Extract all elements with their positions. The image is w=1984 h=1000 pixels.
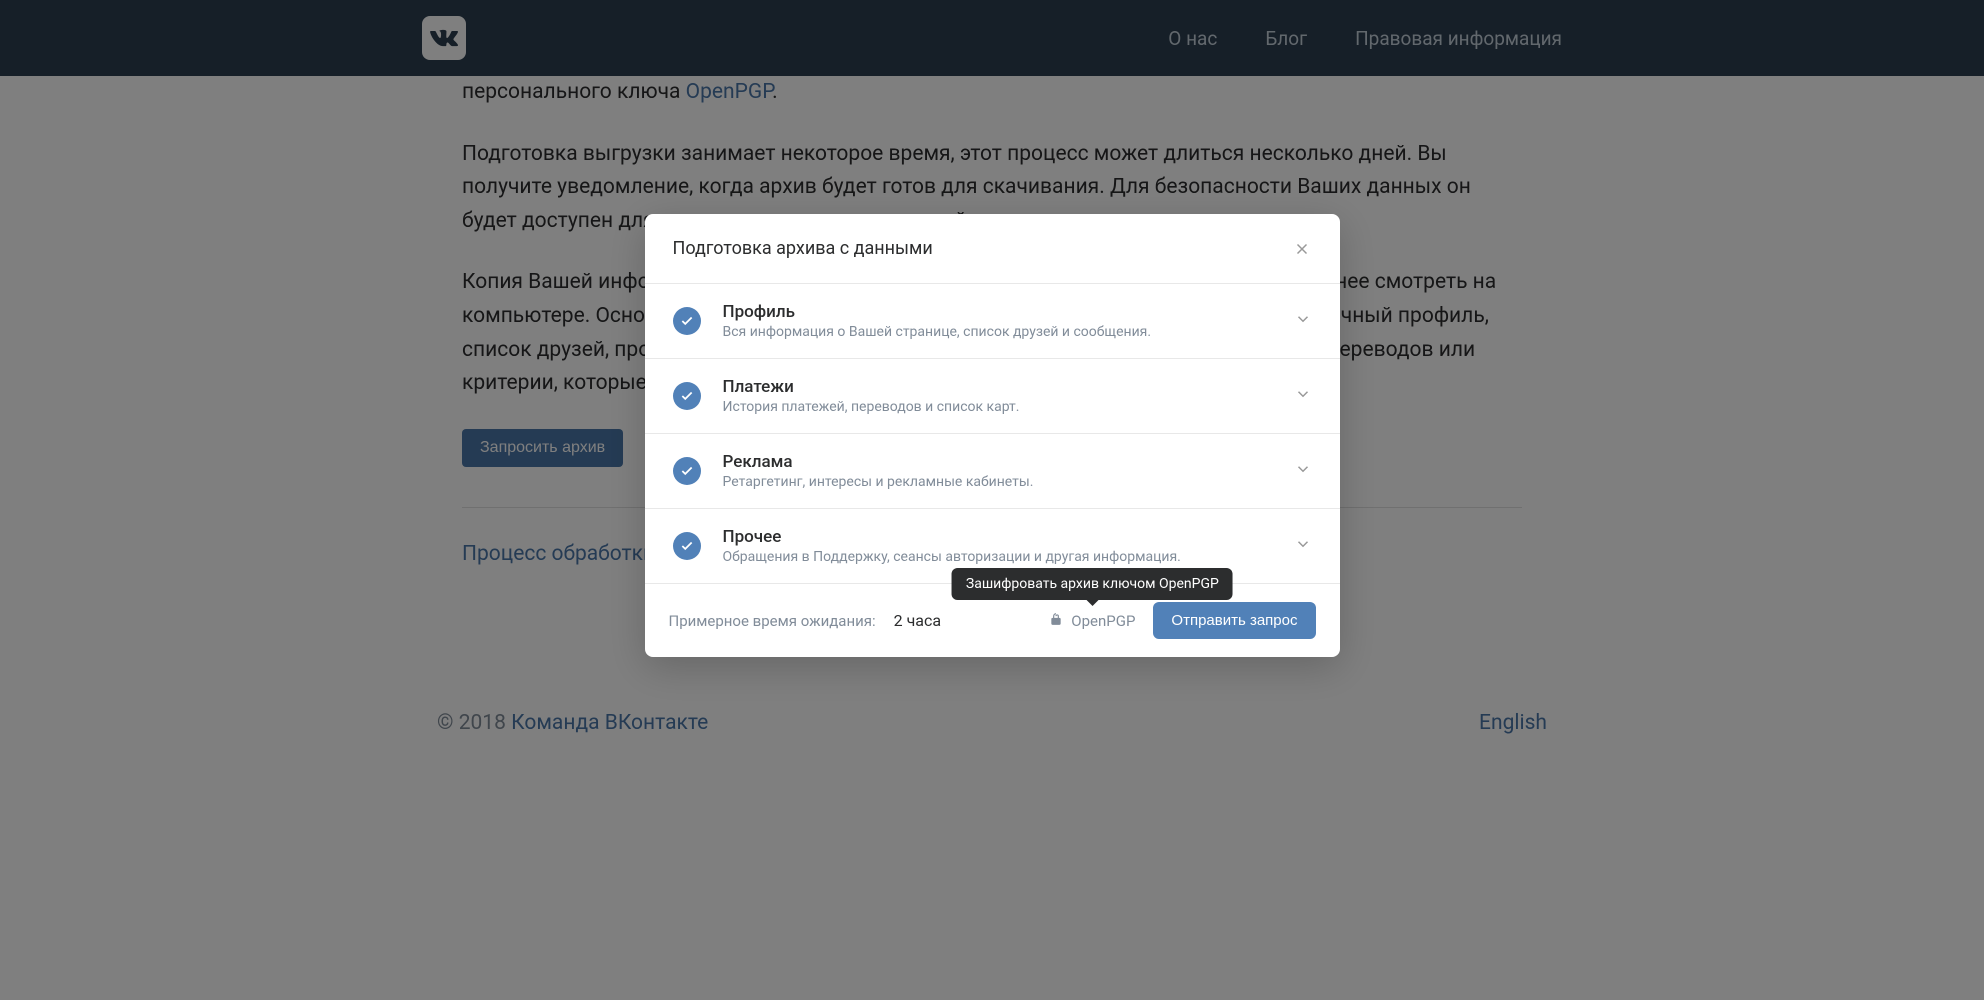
tooltip: Зашифровать архив ключом OpenPGP xyxy=(952,568,1233,600)
openpgp-label: OpenPGP xyxy=(1071,612,1135,630)
modal-footer: Примерное время ожидания: 2 часа Зашифро… xyxy=(645,584,1340,657)
category-title: Реклама xyxy=(723,452,1272,472)
chevron-down-icon[interactable] xyxy=(1294,385,1312,407)
modal-overlay[interactable]: Подготовка архива с данными Профиль Вся … xyxy=(0,0,1984,1000)
close-icon[interactable] xyxy=(1292,239,1312,259)
category-ads[interactable]: Реклама Ретаргетинг, интересы и рекламны… xyxy=(645,434,1340,509)
check-icon xyxy=(673,532,701,560)
submit-request-button[interactable]: Отправить запрос xyxy=(1153,602,1315,639)
chevron-down-icon[interactable] xyxy=(1294,310,1312,332)
modal-title: Подготовка архива с данными xyxy=(673,238,933,259)
wait-value: 2 часа xyxy=(894,611,941,630)
unlock-icon xyxy=(1049,612,1063,630)
category-text: Профиль Вся информация о Вашей странице,… xyxy=(723,302,1272,340)
category-text: Платежи История платежей, переводов и сп… xyxy=(723,377,1272,415)
category-desc: История платежей, переводов и список кар… xyxy=(723,399,1272,415)
category-desc: Ретаргетинг, интересы и рекламные кабине… xyxy=(723,474,1272,490)
modal-header: Подготовка архива с данными xyxy=(645,214,1340,284)
category-title: Платежи xyxy=(723,377,1272,397)
openpgp-option[interactable]: Зашифровать архив ключом OpenPGP OpenPGP xyxy=(1049,612,1135,630)
check-icon xyxy=(673,382,701,410)
wait-label: Примерное время ожидания: xyxy=(669,612,876,630)
chevron-down-icon[interactable] xyxy=(1294,460,1312,482)
archive-modal: Подготовка архива с данными Профиль Вся … xyxy=(645,214,1340,657)
category-desc: Обращения в Поддержку, сеансы авторизаци… xyxy=(723,549,1272,565)
category-title: Прочее xyxy=(723,527,1272,547)
category-title: Профиль xyxy=(723,302,1272,322)
check-icon xyxy=(673,457,701,485)
chevron-down-icon[interactable] xyxy=(1294,535,1312,557)
category-text: Прочее Обращения в Поддержку, сеансы авт… xyxy=(723,527,1272,565)
category-desc: Вся информация о Вашей странице, список … xyxy=(723,324,1272,340)
category-text: Реклама Ретаргетинг, интересы и рекламны… xyxy=(723,452,1272,490)
category-payments[interactable]: Платежи История платежей, переводов и сп… xyxy=(645,359,1340,434)
check-icon xyxy=(673,307,701,335)
category-profile[interactable]: Профиль Вся информация о Вашей странице,… xyxy=(645,284,1340,359)
